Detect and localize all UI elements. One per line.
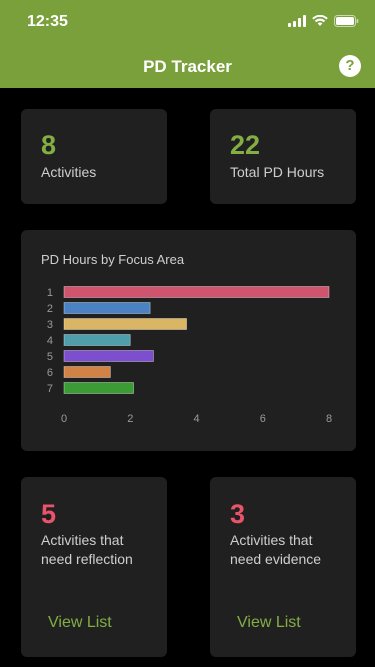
x-tick-label: 2 [127, 413, 133, 425]
status-time: 12:35 [27, 13, 68, 30]
bar-3 [63, 318, 187, 330]
activities-label: Activities [41, 164, 97, 180]
bar-7 [63, 382, 134, 394]
page-title: PD Tracker [143, 57, 232, 76]
x-tick-label: 4 [193, 413, 199, 425]
y-tick-label: 4 [47, 335, 53, 347]
y-tick-label: 6 [47, 367, 53, 379]
signal-icon [288, 15, 306, 27]
bar-5 [63, 350, 154, 362]
chart-card: PD Hours by Focus Area 123456702468 [21, 230, 356, 451]
evidence-card: 3 Activities that need evidence View Lis… [210, 477, 356, 657]
evidence-count: 3 [230, 499, 246, 529]
bar-4 [63, 334, 131, 346]
x-tick-label: 8 [326, 413, 332, 425]
evidence-label-line1: Activities that [230, 532, 313, 548]
battery-icon [334, 15, 359, 27]
x-tick-label: 0 [61, 413, 67, 425]
bar-2 [63, 302, 151, 314]
bar-1 [63, 286, 330, 298]
activities-count: 8 [41, 130, 57, 160]
reflection-label-line2: need reflection [41, 551, 133, 567]
wifi-icon [312, 15, 328, 26]
y-tick-label: 3 [47, 319, 53, 331]
x-tick-label: 6 [260, 413, 266, 425]
y-tick-label: 2 [47, 303, 53, 315]
reflection-count: 5 [41, 499, 57, 529]
app-header: 12:35 PD Tracker ? [0, 0, 375, 88]
y-tick-label: 5 [47, 351, 53, 363]
status-icons [288, 15, 359, 27]
evidence-label-line2: need evidence [230, 551, 322, 567]
help-button[interactable]: ? [339, 55, 361, 77]
reflection-label-line1: Activities that [41, 532, 124, 548]
hours-count: 22 [230, 130, 261, 160]
bar-6 [63, 366, 111, 378]
reflection-card: 5 Activities that need reflection View L… [21, 477, 167, 657]
reflection-view-list-link[interactable]: View List [48, 614, 112, 632]
bar-chart: 1 2 3 4 5 6 7 0 2 4 6 8 [47, 286, 332, 425]
y-tick-label: 7 [47, 383, 53, 395]
y-tick-label: 1 [47, 287, 53, 299]
question-circle-icon: ? [345, 57, 355, 74]
evidence-view-list-link[interactable]: View List [237, 614, 301, 632]
hours-card: 22 Total PD Hours [210, 109, 356, 204]
hours-label: Total PD Hours [230, 164, 325, 180]
activities-card: 8 Activities [21, 109, 167, 204]
